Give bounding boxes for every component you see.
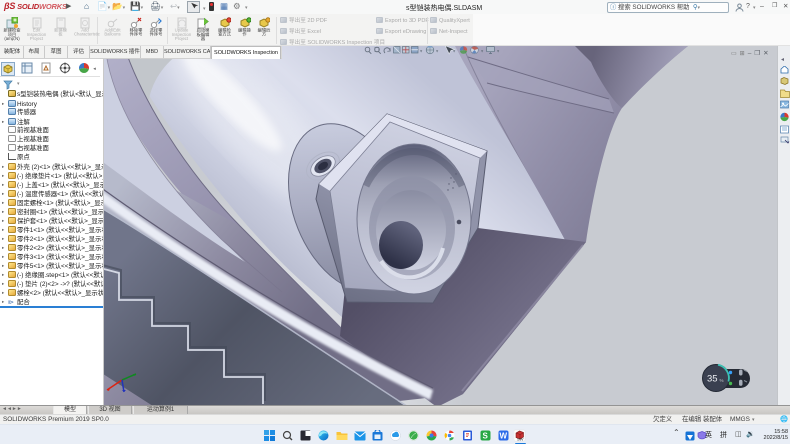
svg-text:%: %: [720, 378, 724, 383]
svg-text:35: 35: [707, 374, 718, 385]
svg-text:S: S: [483, 432, 489, 441]
svg-text:SW: SW: [517, 437, 524, 442]
svg-text:W: W: [500, 432, 508, 441]
